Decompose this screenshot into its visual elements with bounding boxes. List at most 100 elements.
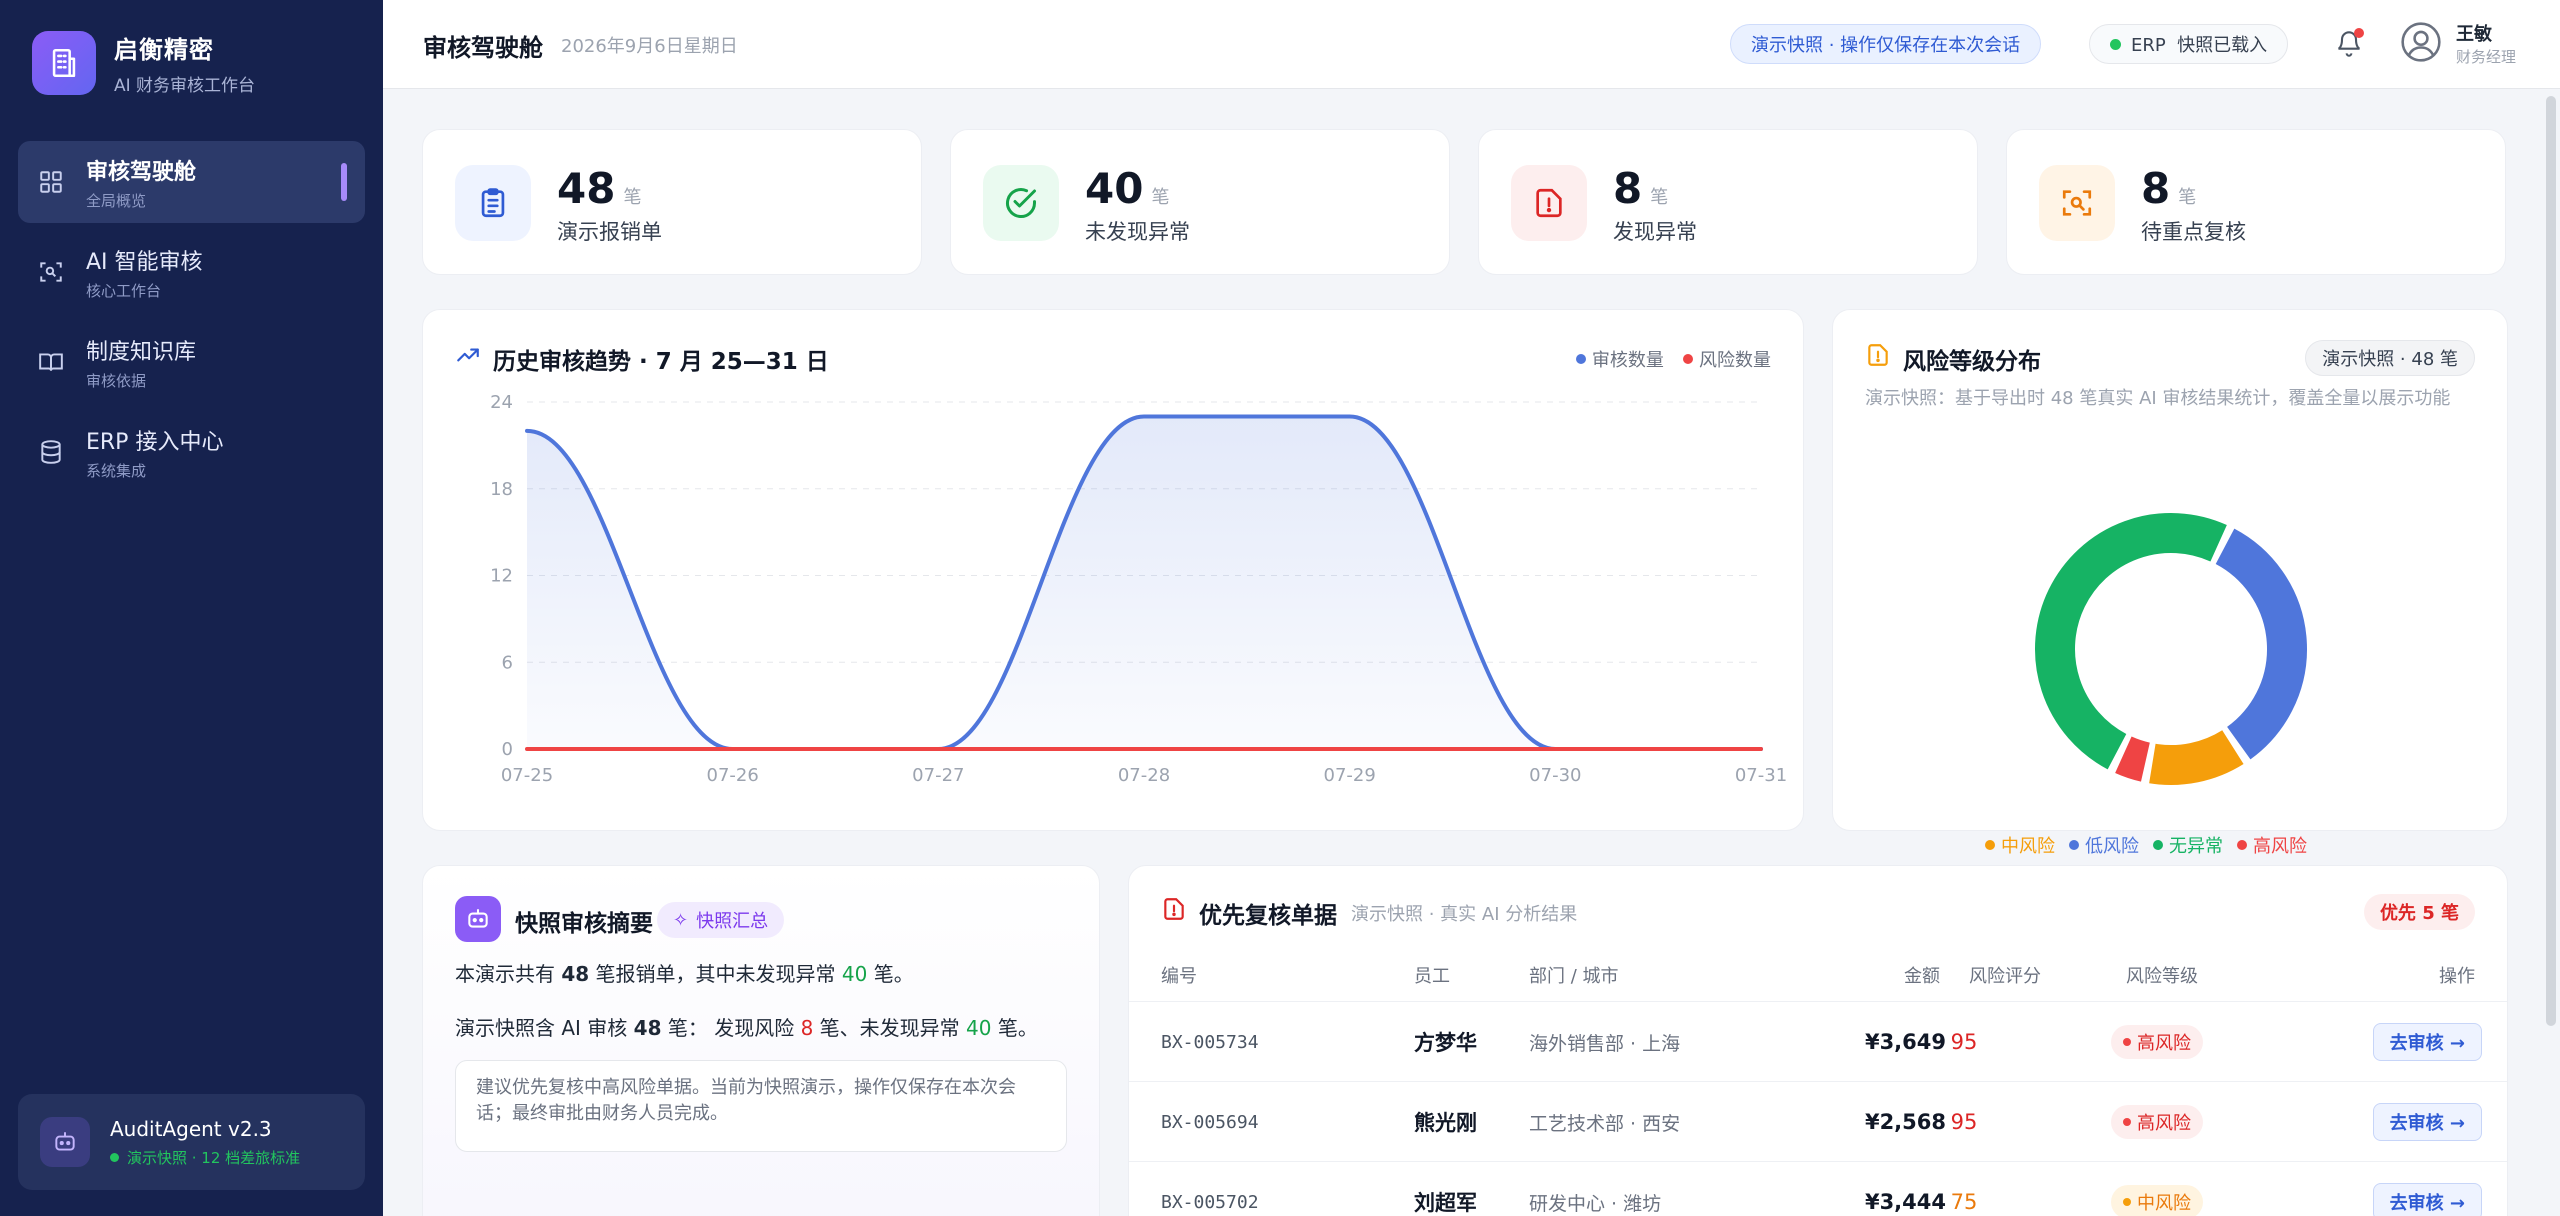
risk-level-badge: 高风险 [2111,1105,2203,1139]
review-button[interactable]: 去审核 → [2372,1023,2482,1061]
summary-note: 建议优先复核中高风险单据。当前为快照演示，操作仅保存在本次会话；最终审批由财务人… [455,1060,1067,1152]
table-row[interactable]: BX-005702 刘超军 研发中心 · 潍坊 ¥3,444 75 中风险 去审… [1129,1161,2507,1216]
donut-slice[interactable] [2149,729,2244,785]
summary-panel: 快照审核摘要 ✧ 快照汇总 本演示共有 48 笔报销单，其中未发现异常 40 笔。… [422,865,1100,1216]
col-header-id: 编号 [1161,966,1197,987]
agent-status: 演示快照 · 12 档差旅标准 [110,1147,300,1168]
col-header-amount: 金额 [1904,966,1940,987]
donut-slice[interactable] [2215,528,2307,760]
cell-employee: 熊光刚 [1414,1111,1477,1135]
legend-item-low[interactable]: 低风险 [2069,832,2139,858]
sidebar-item-label: 审核驾驶舱 [86,159,197,185]
cell-employee: 刘超军 [1414,1191,1477,1215]
robot-icon [455,896,501,942]
stat-card-review[interactable]: 8笔 待重点复核 [2006,129,2506,275]
cell-employee: 方梦华 [1414,1031,1477,1055]
summary-badge: ✧ 快照汇总 [657,902,785,938]
user-name[interactable]: 王敏 [2456,20,2492,46]
risk-level-badge: 中风险 [2111,1185,2203,1216]
cell-level: 高风险 [2111,1002,2203,1082]
page-title: 审核驾驶舱 [423,34,543,62]
x-tick-label: 07-29 [1324,765,1376,786]
cell-dept: 工艺技术部 · 西安 [1529,1112,1681,1135]
donut-slice[interactable] [2115,736,2151,782]
clipboard-icon [455,165,531,241]
robot-icon [40,1117,90,1167]
priority-panel: 优先复核单据 演示快照 · 真实 AI 分析结果 优先 5 笔 编号 员工 部门… [1128,865,2508,1216]
sidebar-item-sub: 核心工作台 [86,281,162,300]
status-dot [110,1152,119,1162]
priority-count-badge: 优先 5 笔 [2363,894,2475,930]
risk-legend: 中风险 低风险 无异常 高风险 [1985,832,2321,858]
agent-card[interactable]: AuditAgent v2.3 演示快照 · 12 档差旅标准 [18,1094,365,1190]
cell-score: 95 [1950,1030,1978,1054]
database-icon [36,437,66,467]
cell-dept: 海外销售部 · 上海 [1529,1032,1681,1055]
risk-panel: 风险等级分布 演示快照 · 48 笔 演示快照：基于导出时 48 笔真实 AI … [1832,309,2508,831]
y-tick-label: 18 [490,479,513,500]
status-dot [2110,38,2121,50]
stat-card-total[interactable]: 48 笔 演示报销单 [422,129,922,275]
cell-id: BX-005702 [1161,1191,1259,1213]
erp-status-text: ERP 快照已载入 [2131,35,2268,56]
snapshot-status-pill: 演示快照 · 操作仅保存在本次会话 [1730,24,2042,64]
legend-item-none[interactable]: 无异常 [2153,832,2223,858]
series-area-audit [527,416,1761,749]
alert-file-icon [1511,165,1587,241]
user-avatar-icon[interactable] [2399,20,2443,64]
stat-card-anomaly[interactable]: 8笔 发现异常 [1478,129,1978,275]
cell-op: 去审核 → [2372,1082,2482,1162]
review-button[interactable]: 去审核 → [2372,1183,2482,1216]
cell-id: BX-005734 [1161,1031,1259,1053]
col-header-op: 操作 [2439,966,2475,987]
page-scrollbar[interactable] [2546,96,2556,1026]
sidebar-item-dashboard[interactable]: 审核驾驶舱 全局概览 [18,141,365,223]
cell-op: 去审核 → [2372,1002,2482,1082]
stat-label: 待重点复核 [2141,220,2246,244]
summary-line-2: 演示快照含 AI 审核 48 笔： 发现风险 8 笔、未发现异常 40 笔。 [455,1016,1038,1040]
sidebar-item-label: ERP 接入中心 [86,429,224,455]
stat-value: 40 笔 [1085,164,1170,213]
y-tick-label: 24 [490,392,513,413]
stat-card-no-anomaly[interactable]: 40 笔 未发现异常 [950,129,1450,275]
sidebar-item-sub: 全局概览 [86,191,147,210]
agent-status-text: 演示快照 · 12 档差旅标准 [127,1148,301,1167]
risk-donut-chart [2035,513,2307,785]
sidebar-item-ai-audit[interactable]: AI 智能审核 核心工作台 [18,231,365,313]
legend-item-medium[interactable]: 中风险 [1985,832,2055,858]
cell-dept: 研发中心 · 潍坊 [1529,1192,1662,1215]
cell-amount: ¥3,649 [1864,1030,1946,1054]
table-row[interactable]: BX-005734 方梦华 海外销售部 · 上海 ¥3,649 95 高风险 去… [1129,1001,2507,1082]
sidebar-item-label: AI 智能审核 [86,249,203,275]
trend-panel: 历史审核趋势 · 7 月 25—31 日 审核数量 风险数量 0 6 12 18 24 0… [422,309,1804,831]
brand[interactable]: 启衡精密 AI 财务审核工作台 [32,30,255,96]
stat-value: 8笔 [1613,164,1669,213]
notification-bell-icon[interactable] [2331,26,2367,62]
col-header-dept: 部门 / 城市 [1529,966,1619,987]
cell-amount: ¥3,444 [1864,1190,1946,1214]
legend-item-high[interactable]: 高风险 [2237,832,2307,858]
erp-status-pill: ERP 快照已载入 [2089,24,2289,64]
cell-amount: ¥2,568 [1864,1110,1946,1134]
grid-icon [36,167,66,197]
stat-label: 演示报销单 [557,220,662,244]
stat-value: 8笔 [2141,164,2197,213]
sidebar-nav: 审核驾驶舱 全局概览 AI 智能审核 核心工作台 制度知识库 审核依据 ERP … [18,141,365,501]
review-button[interactable]: 去审核 → [2372,1103,2482,1141]
donut-slice[interactable] [2035,513,2227,770]
sidebar-item-sub: 系统集成 [86,461,147,480]
stat-value: 48 笔 [557,164,642,213]
cell-score: 95 [1950,1110,1978,1134]
table-row[interactable]: BX-005694 熊光刚 工艺技术部 · 西安 ¥2,568 95 高风险 去… [1129,1081,2507,1162]
brand-subtitle: AI 财务审核工作台 [114,76,256,96]
check-circle-icon [983,165,1059,241]
col-header-level: 风险等级 [2126,966,2198,987]
col-header-score: 风险评分 [1969,966,2041,987]
cell-level: 中风险 [2111,1162,2203,1216]
sidebar-item-erp[interactable]: ERP 接入中心 系统集成 [18,411,365,493]
active-indicator [341,163,347,201]
x-tick-label: 07-30 [1529,765,1581,786]
sidebar-item-label: 制度知识库 [86,339,197,365]
sidebar-item-knowledge[interactable]: 制度知识库 审核依据 [18,321,365,403]
risk-level-badge: 高风险 [2111,1025,2203,1059]
